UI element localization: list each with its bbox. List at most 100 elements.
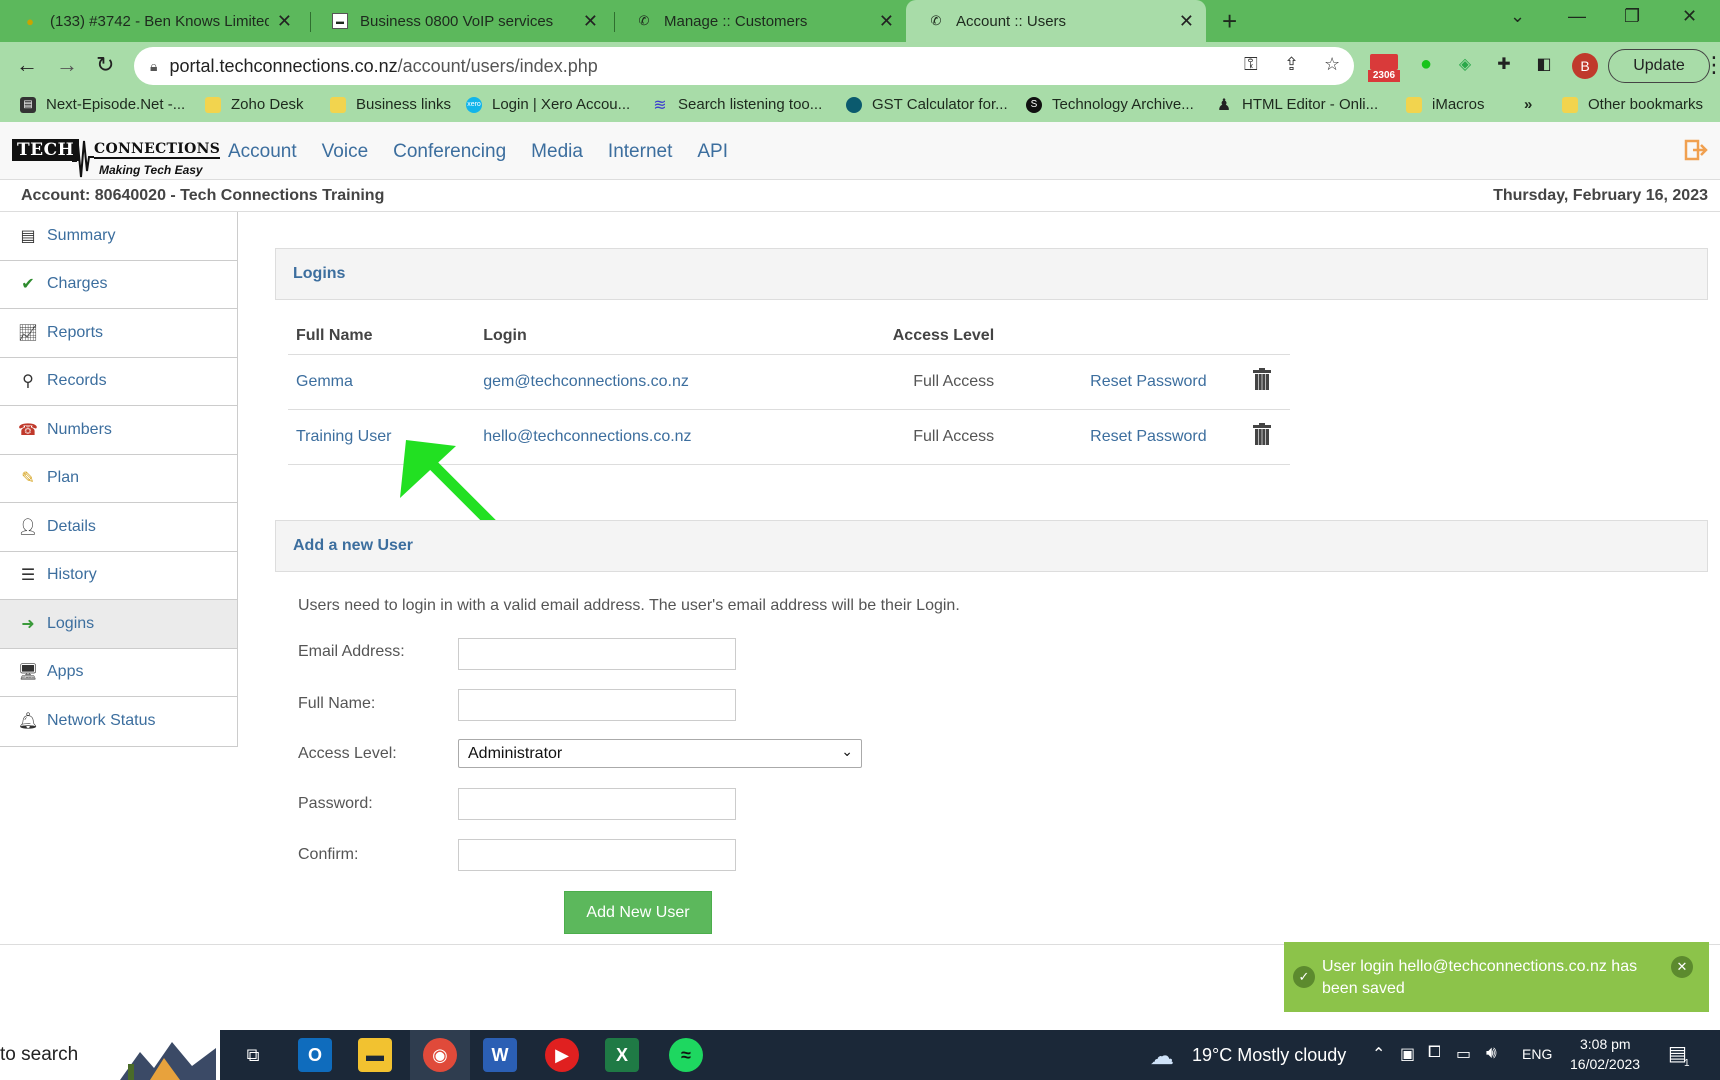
browser-tab[interactable]: ✆ Manage :: Customers ✕ [614,0,906,42]
browser-tab[interactable]: ▬ Business 0800 VoIP services ✕ [310,0,610,42]
tech-connections-logo[interactable]: TECH CONNECTIONS Making Tech Easy [12,137,221,179]
trash-icon[interactable] [1252,423,1271,445]
bookmark-label: Search listening too... [678,96,823,113]
tab-search-chevron-icon[interactable]: ⌄ [1510,6,1525,27]
main-nav: Account Voice Conferencing Media Interne… [228,141,728,163]
sidebar-item-history[interactable]: ☰ History [0,552,237,600]
close-toast-icon[interactable]: ✕ [1671,956,1693,978]
sidebar-item-reports[interactable]: 📈︎ Reports [0,309,237,358]
sidebar-item-numbers[interactable]: ☎ Numbers [0,406,237,455]
bookmark-item[interactable]: ♟ HTML Editor - Onli... [1216,96,1378,114]
password-field[interactable] [458,788,736,820]
user-login-link[interactable]: gem@techconnections.co.nz [475,354,800,410]
forward-arrow-icon[interactable]: → [56,52,78,78]
volume-icon[interactable]: 🔊︎ [1486,1043,1497,1063]
close-window-icon[interactable]: ✕ [1682,6,1697,27]
share-icon[interactable]: ⇪ [1284,54,1299,75]
outlook-icon[interactable]: O [298,1038,332,1072]
nav-media[interactable]: Media [531,141,583,163]
close-tab-icon[interactable]: ✕ [277,11,292,32]
file-explorer-icon[interactable]: ▬ [358,1038,392,1072]
bookmark-item[interactable]: GST Calculator for... [846,96,1008,113]
nav-internet[interactable]: Internet [608,141,672,163]
email-field[interactable] [458,638,736,670]
minimize-icon[interactable]: — [1568,6,1586,27]
back-arrow-icon[interactable]: ← [16,52,38,78]
sidebar-item-records[interactable]: ⚲ Records [0,358,237,406]
clock-date[interactable]: 16/02/2023 [1570,1056,1640,1072]
close-tab-icon[interactable]: ✕ [1179,11,1194,32]
mail-extension-icon[interactable]: 2306 [1368,54,1400,82]
access-level-select[interactable]: Administrator ⌄ [458,739,862,768]
other-bookmarks-folder[interactable]: Other bookmarks [1562,96,1703,113]
taskbar-search-box[interactable]: to search [0,1030,220,1080]
more-bookmarks-chevron[interactable]: » [1524,96,1532,113]
close-tab-icon[interactable]: ✕ [583,11,598,32]
bookmark-label: Other bookmarks [1588,96,1704,113]
full-name-field[interactable] [458,689,736,721]
weather-text[interactable]: 19°C Mostly cloudy [1192,1045,1346,1066]
nav-account[interactable]: Account [228,141,297,163]
pencil-icon: ✎ [21,470,35,488]
extension-green-icon[interactable]: ● [1414,52,1438,76]
menu-kebab-icon[interactable]: ⋮ [1703,52,1720,78]
nav-api[interactable]: API [697,141,728,163]
show-hidden-icons-chevron[interactable]: ⌃ [1372,1044,1385,1064]
update-button[interactable]: Update [1608,49,1710,83]
reset-password-link[interactable]: Reset Password [1002,409,1226,465]
browser-tab[interactable]: ● (133) #3742 - Ben Knows Limited ✕ [0,0,304,42]
bookmark-item[interactable]: S Technology Archive... [1026,96,1194,113]
sidebar-item-summary[interactable]: ▤ Summary [0,212,237,261]
address-bar[interactable]: 🔒︎ portal.techconnections.co.nz/account/… [134,47,1354,85]
bookmark-label: Next-Episode.Net -... [46,96,186,113]
sidebar-item-logins[interactable]: ➜ Logins [0,600,237,649]
reset-password-link[interactable]: Reset Password [1002,354,1226,410]
bookmark-item[interactable]: Zoho Desk [205,96,304,113]
key-icon[interactable]: ⚿ [1244,54,1258,75]
bookmark-item[interactable]: xero Login | Xero Accou... [466,96,630,113]
task-view-icon[interactable]: ⧉ [236,1038,270,1072]
media-player-icon[interactable]: ▶ [545,1038,579,1072]
sidebar-item-details[interactable]: 👤︎ Details [0,503,237,552]
restore-icon[interactable]: ❐ [1624,6,1640,27]
sidebar-item-apps[interactable]: 🖥︎ Apps [0,649,237,697]
word-icon[interactable]: W [483,1038,517,1072]
bookmark-item[interactable]: ▤ Next-Episode.Net -... [20,96,185,113]
profile-avatar[interactable]: B [1572,53,1598,79]
nav-conferencing[interactable]: Conferencing [393,141,506,163]
display-icon[interactable]: ⧠ [1428,1044,1441,1062]
reload-icon[interactable]: ↻ [96,52,114,78]
new-tab-icon[interactable]: + [1222,6,1237,37]
trash-icon[interactable] [1252,368,1271,390]
close-tab-icon[interactable]: ✕ [879,11,894,32]
bookmark-folder[interactable]: Business links [330,96,451,113]
bookmark-folder[interactable]: iMacros [1406,96,1485,113]
sidebar-item-label: Charges [47,275,108,293]
extension-diamond-icon[interactable]: ◈ [1453,52,1477,76]
browser-tab-active[interactable]: ✆ Account :: Users ✕ [906,0,1206,42]
bookmark-item[interactable]: ≋ Search listening too... [652,96,823,114]
star-icon[interactable]: ☆ [1324,54,1340,75]
side-panel-icon[interactable]: ◧ [1532,52,1556,76]
excel-icon[interactable]: X [605,1038,639,1072]
user-full-name-link[interactable]: Gemma [288,354,476,410]
sidebar-item-plan[interactable]: ✎ Plan [0,455,237,503]
taskbar-search-text: to search [0,1044,79,1065]
add-new-user-button[interactable]: Add New User [564,891,712,934]
magnifier-icon: ⚲ [22,373,34,391]
nav-voice[interactable]: Voice [322,141,368,163]
meet-icon[interactable]: ▣ [1400,1044,1415,1064]
chrome-icon[interactable]: ◉ [423,1038,457,1072]
network-icon[interactable]: ▭ [1456,1044,1471,1064]
user-access-level: Full Access [799,409,1003,465]
confirm-password-field[interactable] [458,839,736,871]
language-indicator[interactable]: ENG [1522,1046,1552,1062]
spotify-icon[interactable]: ≈ [669,1038,703,1072]
puzzle-icon[interactable]: ✚ [1492,52,1516,76]
clock-time[interactable]: 3:08 pm [1580,1036,1631,1052]
sidebar-item-charges[interactable]: ✔ Charges [0,261,237,309]
sidebar-item-network-status[interactable]: 🔔︎ Network Status [0,697,237,746]
gst-icon [846,96,862,113]
logout-icon[interactable] [1684,138,1708,162]
favicon-icon: ● [26,13,34,29]
